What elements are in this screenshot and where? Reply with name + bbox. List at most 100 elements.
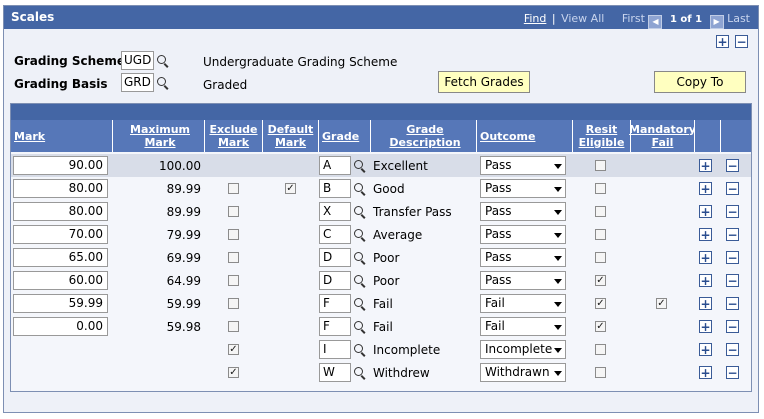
add-row-button[interactable]: + xyxy=(699,274,712,287)
resit-eligible-checkbox[interactable] xyxy=(595,229,606,240)
grade-input[interactable]: D xyxy=(319,271,351,290)
remove-row-button[interactable]: − xyxy=(726,320,739,333)
resit-eligible-checkbox[interactable] xyxy=(595,344,606,355)
outcome-select[interactable]: Pass xyxy=(480,225,566,244)
col-max-mark[interactable]: Maximum Mark xyxy=(113,120,205,152)
outcome-select[interactable]: Pass xyxy=(480,202,566,221)
grade-input[interactable]: I xyxy=(319,340,351,359)
add-row-button[interactable]: + xyxy=(699,251,712,264)
grade-input[interactable]: D xyxy=(319,248,351,267)
grade-input[interactable]: B xyxy=(319,179,351,198)
default-mark-checkbox[interactable]: ✓ xyxy=(285,183,296,194)
grade-lookup-icon[interactable] xyxy=(354,321,366,333)
mark-input[interactable]: 0.00 xyxy=(13,317,108,336)
fetch-grades-button[interactable]: Fetch Grades xyxy=(438,71,530,93)
grading-basis-lookup-icon[interactable] xyxy=(157,77,169,89)
resit-eligible-checkbox[interactable] xyxy=(595,367,606,378)
exclude-mark-checkbox[interactable] xyxy=(228,321,239,332)
find-link[interactable]: Find xyxy=(524,12,547,25)
grade-lookup-icon[interactable] xyxy=(354,275,366,287)
resit-eligible-checkbox[interactable] xyxy=(595,183,606,194)
grade-lookup-icon[interactable] xyxy=(354,367,366,379)
grade-input[interactable]: C xyxy=(319,225,351,244)
resit-eligible-checkbox[interactable] xyxy=(595,160,606,171)
exclude-mark-checkbox[interactable] xyxy=(228,298,239,309)
outcome-select[interactable]: Pass xyxy=(480,248,566,267)
resit-eligible-checkbox[interactable]: ✓ xyxy=(595,298,606,309)
add-scale-button[interactable]: + xyxy=(716,35,729,48)
add-row-button[interactable]: + xyxy=(699,343,712,356)
remove-row-button[interactable]: − xyxy=(726,343,739,356)
outcome-select[interactable]: Pass xyxy=(480,271,566,290)
col-mark[interactable]: Mark xyxy=(11,120,113,152)
resit-eligible-checkbox[interactable]: ✓ xyxy=(595,275,606,286)
col-resit-eligible[interactable]: Resit Eligible xyxy=(573,120,631,152)
add-row-button[interactable]: + xyxy=(699,228,712,241)
grade-input[interactable]: W xyxy=(319,363,351,382)
mark-input[interactable]: 65.00 xyxy=(13,248,108,267)
outcome-select[interactable]: Pass xyxy=(480,179,566,198)
add-row-button[interactable]: + xyxy=(699,366,712,379)
col-grade[interactable]: Grade xyxy=(319,120,371,152)
remove-row-button[interactable]: − xyxy=(726,251,739,264)
exclude-mark-checkbox[interactable]: ✓ xyxy=(228,344,239,355)
mark-input[interactable]: 60.00 xyxy=(13,271,108,290)
outcome-select[interactable]: Pass xyxy=(480,156,566,175)
grading-basis-input[interactable]: GRD xyxy=(121,73,154,92)
add-row-button[interactable]: + xyxy=(699,320,712,333)
mark-input[interactable]: 80.00 xyxy=(13,179,108,198)
resit-eligible-checkbox[interactable]: ✓ xyxy=(595,321,606,332)
exclude-mark-checkbox[interactable] xyxy=(228,229,239,240)
col-default-mark[interactable]: Default Mark xyxy=(263,120,319,152)
add-row-button[interactable]: + xyxy=(699,182,712,195)
exclude-mark-checkbox[interactable] xyxy=(228,252,239,263)
copy-to-button[interactable]: Copy To xyxy=(654,71,746,93)
mandatory-fail-checkbox[interactable]: ✓ xyxy=(656,298,667,309)
grade-input[interactable]: F xyxy=(319,317,351,336)
remove-row-button[interactable]: − xyxy=(726,182,739,195)
exclude-mark-checkbox[interactable] xyxy=(228,206,239,217)
mark-input[interactable]: 70.00 xyxy=(13,225,108,244)
view-all-link[interactable]: View All xyxy=(561,12,604,25)
remove-row-button[interactable]: − xyxy=(726,297,739,310)
next-arrow-icon[interactable]: ▶ xyxy=(709,15,724,29)
remove-scale-button[interactable]: − xyxy=(735,35,748,48)
grade-lookup-icon[interactable] xyxy=(354,160,366,172)
remove-row-button[interactable]: − xyxy=(726,366,739,379)
prev-arrow-icon[interactable]: ◀ xyxy=(648,15,663,29)
remove-row-button[interactable]: − xyxy=(726,228,739,241)
mark-input[interactable]: 59.99 xyxy=(13,294,108,313)
outcome-select[interactable]: Incomplete xyxy=(480,340,566,359)
last-link[interactable]: Last xyxy=(727,12,750,25)
mark-input[interactable]: 80.00 xyxy=(13,202,108,221)
grade-lookup-icon[interactable] xyxy=(354,229,366,241)
grade-lookup-icon[interactable] xyxy=(354,298,366,310)
outcome-select[interactable]: Fail xyxy=(480,317,566,336)
col-grade-description[interactable]: Grade Description xyxy=(371,120,477,152)
add-row-button[interactable]: + xyxy=(699,205,712,218)
remove-row-button[interactable]: − xyxy=(726,205,739,218)
grade-input[interactable]: A xyxy=(319,156,351,175)
add-row-button[interactable]: + xyxy=(699,297,712,310)
grade-input[interactable]: F xyxy=(319,294,351,313)
exclude-mark-checkbox[interactable]: ✓ xyxy=(228,367,239,378)
grade-lookup-icon[interactable] xyxy=(354,344,366,356)
exclude-mark-checkbox[interactable] xyxy=(228,183,239,194)
grading-scheme-input[interactable]: UGD xyxy=(121,51,154,70)
remove-row-button[interactable]: − xyxy=(726,274,739,287)
resit-eligible-checkbox[interactable] xyxy=(595,206,606,217)
col-exclude-mark[interactable]: Exclude Mark xyxy=(205,120,263,152)
col-mandatory-fail[interactable]: Mandatory Fail xyxy=(629,120,696,152)
remove-row-button[interactable]: − xyxy=(726,159,739,172)
outcome-select[interactable]: Fail xyxy=(480,294,566,313)
outcome-select[interactable]: Withdrawn xyxy=(480,363,566,382)
grading-scheme-lookup-icon[interactable] xyxy=(157,55,169,67)
grade-input[interactable]: X xyxy=(319,202,351,221)
add-row-button[interactable]: + xyxy=(699,159,712,172)
grade-lookup-icon[interactable] xyxy=(354,206,366,218)
col-outcome[interactable]: Outcome xyxy=(477,120,573,152)
first-link[interactable]: First xyxy=(622,12,645,25)
grade-lookup-icon[interactable] xyxy=(354,252,366,264)
exclude-mark-checkbox[interactable] xyxy=(228,275,239,286)
mark-input[interactable]: 90.00 xyxy=(13,156,108,175)
